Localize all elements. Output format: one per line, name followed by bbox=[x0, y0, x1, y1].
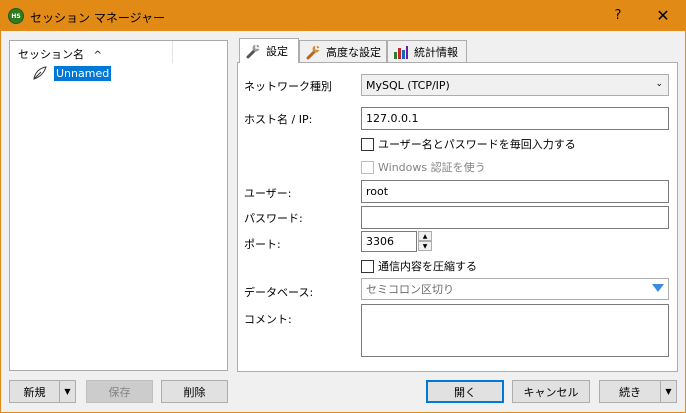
more-dropdown-arrow-icon[interactable]: ▼ bbox=[660, 381, 676, 402]
tree-header-label: セッション名 bbox=[18, 48, 84, 61]
prompt-credentials-checkbox[interactable]: ユーザー名とパスワードを毎回入力する bbox=[361, 136, 576, 152]
tab-statistics[interactable]: 統計情報 bbox=[387, 40, 467, 62]
network-type-select[interactable]: MySQL (TCP/IP) ⌄ bbox=[361, 74, 669, 96]
user-input[interactable]: root bbox=[361, 180, 669, 203]
database-label: データベース: bbox=[244, 286, 314, 299]
database-input[interactable]: セミコロン区切り bbox=[361, 278, 669, 300]
port-label: ポート: bbox=[244, 238, 281, 251]
user-label: ユーザー: bbox=[244, 187, 292, 200]
port-decrement-button[interactable]: ▼ bbox=[418, 241, 432, 251]
open-button[interactable]: 開く bbox=[426, 380, 504, 403]
dropdown-triangle-icon[interactable] bbox=[652, 284, 664, 293]
wrench-icon bbox=[246, 44, 260, 59]
leaf-icon bbox=[33, 66, 47, 80]
checkbox-box[interactable] bbox=[361, 259, 374, 273]
new-dropdown-arrow-icon[interactable]: ▼ bbox=[59, 381, 75, 402]
chevron-down-icon: ⌄ bbox=[655, 79, 663, 89]
comment-textarea[interactable] bbox=[361, 304, 669, 357]
window-title: セッション マネージャー bbox=[30, 11, 165, 25]
delete-button[interactable]: 削除 bbox=[161, 380, 228, 403]
tab-advanced[interactable]: 高度な設定 bbox=[299, 40, 387, 62]
windows-auth-label: Windows 認証を使う bbox=[378, 161, 486, 174]
comment-label: コメント: bbox=[244, 313, 292, 326]
tab-label: 設定 bbox=[266, 45, 288, 58]
tab-settings[interactable]: 設定 bbox=[239, 38, 299, 63]
tree-item-label: Unnamed bbox=[54, 65, 112, 81]
prompt-credentials-label: ユーザー名とパスワードを毎回入力する bbox=[378, 138, 576, 151]
more-button-label: 続き bbox=[619, 385, 641, 399]
tab-label: 高度な設定 bbox=[326, 45, 381, 59]
more-button[interactable]: 続き ▼ bbox=[599, 380, 677, 403]
bar-chart-icon bbox=[394, 45, 408, 59]
compress-checkbox[interactable]: 通信内容を圧縮する bbox=[361, 258, 477, 274]
new-session-button[interactable]: 新規 ▼ bbox=[9, 380, 76, 403]
tab-label: 統計情報 bbox=[414, 45, 458, 59]
database-placeholder: セミコロン区切り bbox=[366, 283, 454, 296]
cancel-button[interactable]: キャンセル bbox=[512, 380, 590, 403]
port-increment-button[interactable]: ▲ bbox=[418, 231, 432, 241]
network-type-value: MySQL (TCP/IP) bbox=[366, 78, 450, 92]
checkbox-box[interactable] bbox=[361, 137, 374, 151]
save-button[interactable]: 保存 bbox=[86, 380, 153, 403]
password-label: パスワード: bbox=[244, 212, 303, 225]
tree-column-header[interactable]: セッション名 ^ bbox=[10, 41, 173, 63]
port-input[interactable]: 3306 bbox=[361, 231, 417, 252]
network-type-label: ネットワーク種別 bbox=[244, 80, 332, 93]
checkbox-box[interactable] bbox=[361, 160, 374, 174]
host-label: ホスト名 / IP: bbox=[244, 113, 313, 126]
title-bar: HS セッション マネージャー ? ✕ bbox=[0, 0, 686, 31]
new-button-label: 新規 bbox=[23, 385, 46, 399]
session-tree[interactable]: セッション名 ^ Unnamed bbox=[9, 40, 228, 371]
wrench-icon bbox=[306, 44, 320, 59]
app-icon-text: HS bbox=[11, 12, 21, 20]
sort-caret-icon: ^ bbox=[93, 50, 102, 61]
tree-item-session[interactable]: Unnamed bbox=[32, 65, 112, 81]
password-input[interactable] bbox=[361, 206, 669, 229]
windows-auth-checkbox[interactable]: Windows 認証を使う bbox=[361, 159, 486, 175]
help-button[interactable]: ? bbox=[606, 6, 630, 26]
host-input[interactable]: 127.0.0.1 bbox=[361, 107, 669, 130]
compress-label: 通信内容を圧縮する bbox=[378, 260, 477, 273]
close-button[interactable]: ✕ bbox=[648, 5, 678, 27]
app-icon: HS bbox=[8, 8, 24, 24]
